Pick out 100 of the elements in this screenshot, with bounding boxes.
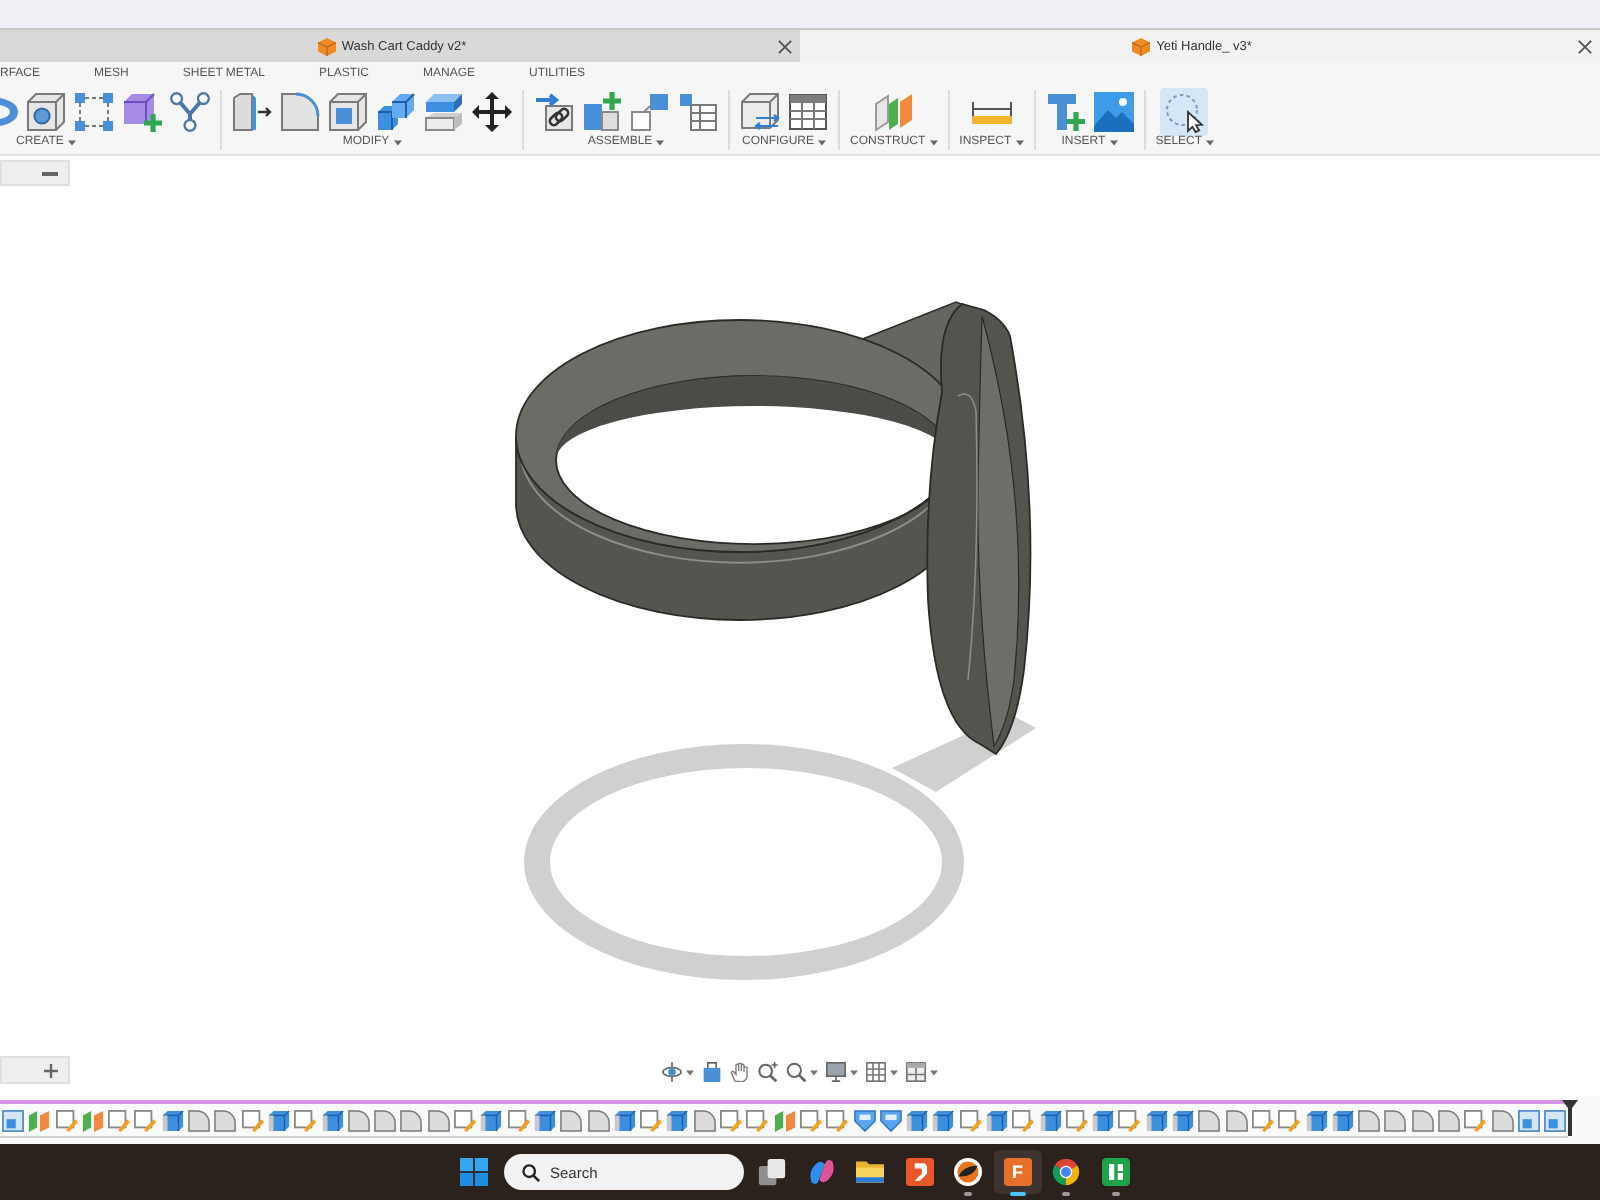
shell-icon[interactable] <box>328 92 368 132</box>
split-view-icon[interactable] <box>906 1062 926 1082</box>
fillet-icon[interactable] <box>214 1109 237 1131</box>
sketch-icon[interactable] <box>55 1109 78 1131</box>
table-grid-icon[interactable] <box>788 92 828 132</box>
extrude-icon[interactable] <box>1145 1109 1168 1131</box>
cube-hole-icon[interactable] <box>26 92 66 132</box>
extrude-icon[interactable] <box>267 1109 290 1131</box>
fillet-icon[interactable] <box>587 1109 610 1131</box>
extrude-icon[interactable] <box>480 1109 503 1131</box>
extrude-icon[interactable] <box>666 1109 689 1131</box>
fillet-icon[interactable] <box>1491 1109 1514 1131</box>
plane-icon[interactable] <box>81 1109 104 1131</box>
extrude-icon[interactable] <box>932 1109 955 1131</box>
fillet-icon[interactable] <box>560 1109 583 1131</box>
fillet-icon[interactable] <box>1411 1109 1434 1131</box>
sketch-icon[interactable] <box>1464 1109 1487 1131</box>
fillet-icon[interactable] <box>693 1109 716 1131</box>
folder-icon[interactable] <box>856 1158 885 1186</box>
extrude-icon[interactable] <box>613 1109 636 1131</box>
extrude-icon[interactable] <box>1172 1109 1195 1131</box>
extrude-icon[interactable] <box>161 1109 184 1131</box>
caret-icon[interactable] <box>930 1069 938 1075</box>
caret-icon[interactable] <box>890 1069 898 1075</box>
table-icon[interactable] <box>678 92 718 132</box>
sketch-icon[interactable] <box>746 1109 769 1131</box>
sketch-icon[interactable] <box>507 1109 530 1131</box>
extrude-icon[interactable] <box>1331 1109 1354 1131</box>
sketch-icon[interactable] <box>640 1109 663 1131</box>
extrude-icon[interactable] <box>1039 1109 1062 1131</box>
caret-icon[interactable] <box>810 1069 818 1075</box>
fillet-icon[interactable] <box>1358 1109 1381 1131</box>
sketch-icon[interactable] <box>959 1109 982 1131</box>
offset-squares-icon[interactable] <box>630 92 670 132</box>
fillet-icon[interactable] <box>347 1109 370 1131</box>
frame-icon[interactable] <box>2 1109 24 1131</box>
fillet-icon[interactable] <box>1384 1109 1407 1131</box>
caret-icon[interactable] <box>686 1069 694 1075</box>
joint-icon[interactable] <box>534 92 574 132</box>
sketch-icon[interactable] <box>1278 1109 1301 1131</box>
sketch-icon[interactable] <box>108 1109 131 1131</box>
shell-icon[interactable] <box>879 1109 902 1131</box>
playhead-icon[interactable] <box>1562 1100 1578 1136</box>
fillet-icon[interactable] <box>280 92 320 132</box>
shell-icon[interactable] <box>853 1109 875 1131</box>
caret-icon[interactable] <box>850 1069 858 1075</box>
browser-icon[interactable] <box>1052 1158 1081 1186</box>
fillet-icon[interactable] <box>1225 1109 1248 1131</box>
fillet-icon[interactable] <box>427 1109 450 1131</box>
branch-icon[interactable] <box>170 92 210 132</box>
sketch-icon[interactable] <box>241 1109 264 1131</box>
briefcase-icon[interactable] <box>702 1062 722 1082</box>
rectangular-pattern-icon[interactable] <box>74 92 114 132</box>
press-pull-icon[interactable] <box>232 92 272 132</box>
orbit-icon[interactable] <box>662 1062 682 1082</box>
four-squares-icon[interactable] <box>460 1158 488 1186</box>
sketch-icon[interactable] <box>1065 1109 1088 1131</box>
grid-tile-icon[interactable] <box>1101 1158 1130 1186</box>
arrow-tile-icon[interactable] <box>905 1158 934 1186</box>
close-icon[interactable] <box>1578 39 1593 53</box>
cube-pair-icon[interactable] <box>376 92 416 132</box>
sketch-icon[interactable] <box>294 1109 317 1131</box>
extrude-icon[interactable] <box>321 1109 344 1131</box>
image-icon[interactable] <box>1093 92 1134 132</box>
hand-icon[interactable] <box>730 1062 750 1082</box>
grid-icon[interactable] <box>866 1062 886 1082</box>
swirl-icon[interactable] <box>807 1158 836 1186</box>
magnifier-icon[interactable] <box>786 1062 806 1082</box>
fillet-icon[interactable] <box>374 1109 397 1131</box>
slab-stack-icon[interactable] <box>424 92 464 132</box>
plane-icon[interactable] <box>773 1109 796 1131</box>
task-view-icon[interactable] <box>758 1158 787 1186</box>
extrude-icon[interactable] <box>533 1109 556 1131</box>
extrude-icon[interactable] <box>985 1109 1008 1131</box>
selection-icon[interactable] <box>1160 88 1209 136</box>
sketch-icon[interactable] <box>454 1109 477 1131</box>
fillet-icon[interactable] <box>188 1109 211 1131</box>
sketch-icon[interactable] <box>826 1109 849 1131</box>
extrude-icon[interactable] <box>906 1109 929 1131</box>
sketch-icon[interactable] <box>799 1109 822 1131</box>
fillet-icon[interactable] <box>1438 1109 1461 1131</box>
close-icon[interactable] <box>778 39 793 53</box>
configure-icon[interactable] <box>740 92 780 132</box>
cube-plus-icon[interactable] <box>122 92 162 132</box>
frame-icon[interactable] <box>1517 1109 1540 1131</box>
fillet-icon[interactable] <box>400 1109 423 1131</box>
insert-plus-icon[interactable] <box>1045 92 1086 132</box>
planes-icon[interactable] <box>873 92 914 132</box>
sketch-icon[interactable] <box>1251 1109 1274 1131</box>
plane-icon[interactable] <box>28 1109 51 1131</box>
zoom-icon[interactable] <box>758 1062 778 1082</box>
sketch-icon[interactable] <box>720 1109 743 1131</box>
monitor-icon[interactable] <box>826 1062 846 1082</box>
minus-icon[interactable] <box>42 171 58 175</box>
fillet-icon[interactable] <box>1198 1109 1221 1131</box>
arc-icon[interactable] <box>0 92 18 132</box>
round-logo-icon[interactable] <box>954 1158 983 1186</box>
plus-icon[interactable] <box>44 1063 58 1077</box>
sketch-icon[interactable] <box>1118 1109 1141 1131</box>
extrude-icon[interactable] <box>1092 1109 1115 1131</box>
